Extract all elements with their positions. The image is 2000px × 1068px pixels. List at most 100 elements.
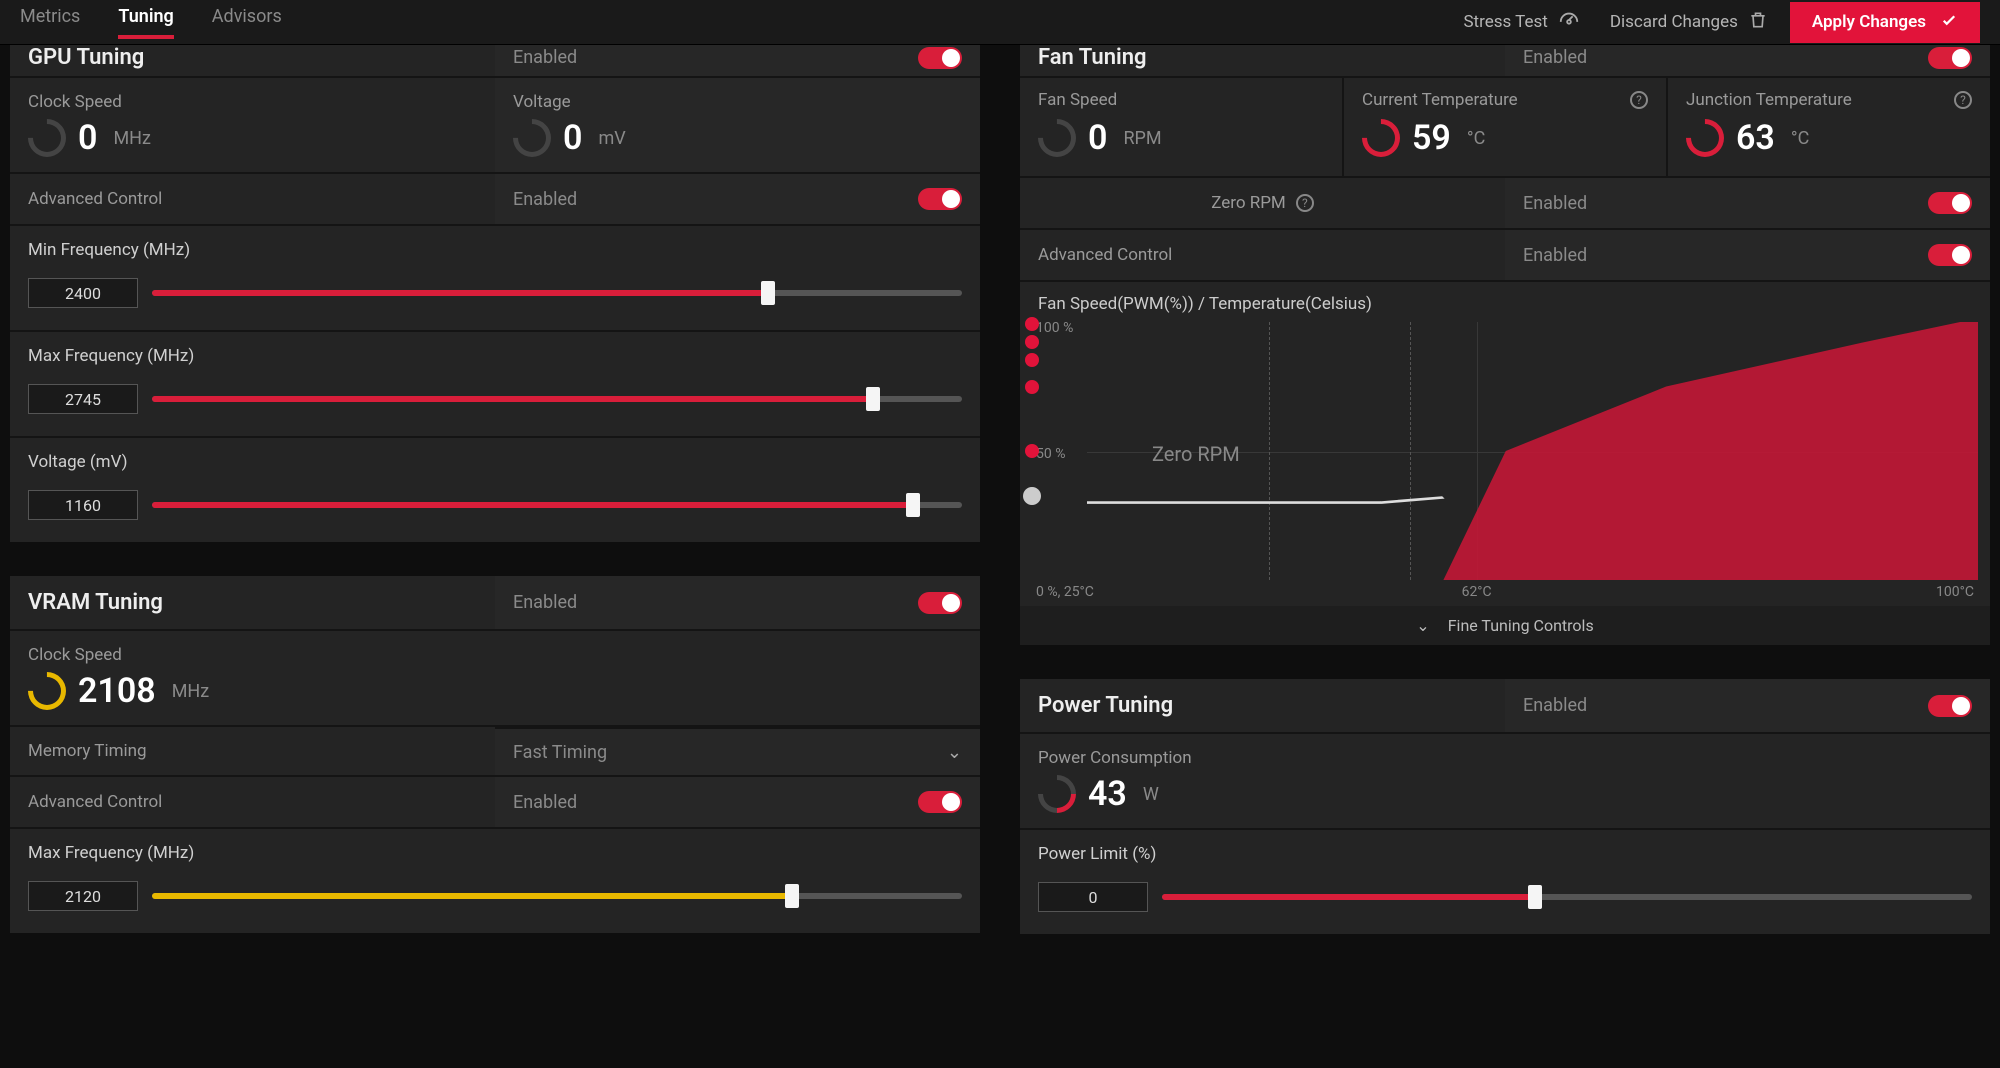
fine-tuning-label: Fine Tuning Controls	[1448, 616, 1594, 635]
vram-max-freq-slider[interactable]	[152, 893, 962, 899]
gpu-tuning-title: GPU Tuning	[10, 45, 495, 76]
vram-advanced-enabled-label: Enabled	[513, 792, 577, 813]
zero-rpm-toggle[interactable]	[1928, 192, 1972, 214]
fan-speed-label: Fan Speed	[1038, 90, 1117, 110]
trash-icon	[1748, 10, 1768, 35]
stress-test-button[interactable]: Stress Test	[1463, 9, 1579, 36]
fan-advanced-toggle[interactable]	[1928, 244, 1972, 266]
tab-strip: Metrics Tuning Advisors	[20, 6, 282, 39]
gauge-icon	[505, 111, 559, 165]
vram-advanced-toggle[interactable]	[918, 791, 962, 813]
chart-y-50: 50 %	[1036, 446, 1065, 462]
tab-metrics[interactable]: Metrics	[20, 6, 80, 39]
gauge-icon	[20, 111, 74, 165]
discard-changes-label: Discard Changes	[1610, 12, 1738, 32]
power-tuning-title: Power Tuning	[1020, 679, 1505, 732]
gpu-voltage-unit: mV	[598, 128, 625, 149]
fan-tuning-title: Fan Tuning	[1020, 45, 1505, 76]
power-limit-slider[interactable]	[1162, 894, 1972, 900]
gpu-tuning-panel: GPU Tuning Enabled Clock Speed 0 MHz Vol…	[10, 45, 980, 542]
gpu-advanced-enabled-label: Enabled	[513, 189, 577, 210]
gauge-icon	[20, 664, 74, 718]
gpu-min-freq-label: Min Frequency (MHz)	[28, 240, 962, 260]
curve-point[interactable]	[1025, 335, 1039, 349]
curve-point[interactable]	[1025, 317, 1039, 331]
stress-test-label: Stress Test	[1463, 12, 1547, 32]
gpu-advanced-label: Advanced Control	[28, 189, 477, 209]
gauge-icon	[1678, 111, 1732, 165]
vram-clock-label: Clock Speed	[28, 645, 962, 665]
gpu-voltage-slider-label: Voltage (mV)	[28, 452, 962, 472]
power-limit-label: Power Limit (%)	[1038, 844, 1972, 864]
info-icon[interactable]: ?	[1954, 91, 1972, 109]
gpu-voltage-input[interactable]	[28, 490, 138, 520]
zero-rpm-label: Zero RPM	[1211, 193, 1286, 213]
vram-clock-unit: MHz	[172, 681, 210, 702]
tab-tuning[interactable]: Tuning	[118, 6, 173, 39]
chevron-down-icon: ⌄	[947, 742, 962, 763]
current-temp-value: 59	[1412, 118, 1451, 158]
power-consumption-label: Power Consumption	[1038, 748, 1972, 768]
curve-point[interactable]	[1025, 380, 1039, 394]
current-temp-label: Current Temperature	[1362, 90, 1518, 110]
fan-advanced-enabled-label: Enabled	[1523, 245, 1587, 266]
fan-speed-value: 0	[1088, 118, 1107, 158]
vram-timing-dropdown[interactable]: Fast Timing ⌄	[495, 727, 980, 775]
vram-tuning-title: VRAM Tuning	[10, 576, 495, 629]
chart-y-100: 100 %	[1036, 320, 1073, 336]
top-bar: Metrics Tuning Advisors Stress Test Disc…	[0, 0, 2000, 45]
curve-point-zero[interactable]	[1023, 487, 1041, 505]
vram-max-freq-input[interactable]	[28, 881, 138, 911]
junction-temp-label: Junction Temperature	[1686, 90, 1852, 110]
discard-changes-button[interactable]: Discard Changes	[1610, 10, 1768, 35]
gpu-clock-unit: MHz	[113, 128, 151, 149]
gauge-icon	[1354, 111, 1408, 165]
power-consumption-unit: W	[1143, 784, 1159, 805]
vram-advanced-label: Advanced Control	[28, 792, 477, 812]
gpu-advanced-toggle[interactable]	[918, 188, 962, 210]
chart-x-100: 100°C	[1936, 584, 1974, 600]
vram-max-freq-label: Max Frequency (MHz)	[28, 843, 962, 863]
gpu-max-freq-label: Max Frequency (MHz)	[28, 346, 962, 366]
gpu-voltage-slider[interactable]	[152, 502, 962, 508]
info-icon[interactable]: ?	[1296, 194, 1314, 212]
current-temp-unit: °C	[1467, 128, 1485, 149]
gpu-min-freq-slider[interactable]	[152, 290, 962, 296]
power-enabled-toggle[interactable]	[1928, 695, 1972, 717]
gpu-clock-value: 0	[78, 118, 97, 158]
zero-rpm-enabled-label: Enabled	[1523, 193, 1587, 214]
curve-point[interactable]	[1025, 353, 1039, 367]
gauge-icon	[1030, 111, 1084, 165]
fan-tuning-panel: Fan Tuning Enabled Fan Speed 0 RPM Curre…	[1020, 45, 1990, 645]
vram-tuning-panel: VRAM Tuning Enabled Clock Speed 2108 MHz	[10, 576, 980, 933]
junction-temp-value: 63	[1736, 118, 1775, 158]
gpu-voltage-label: Voltage	[513, 92, 962, 112]
gpu-enabled-label: Enabled	[513, 47, 577, 68]
fan-curve-title: Fan Speed(PWM(%)) / Temperature(Celsius)	[1032, 294, 1978, 322]
gpu-enabled-toggle[interactable]	[918, 47, 962, 69]
vram-enabled-toggle[interactable]	[918, 592, 962, 614]
gauge-icon	[1558, 9, 1580, 36]
gpu-voltage-value: 0	[563, 118, 582, 158]
fan-enabled-label: Enabled	[1523, 47, 1587, 68]
vram-enabled-label: Enabled	[513, 592, 577, 613]
curve-point[interactable]	[1025, 444, 1039, 458]
tab-advisors[interactable]: Advisors	[212, 6, 282, 39]
fine-tuning-expand[interactable]: ⌄ Fine Tuning Controls	[1020, 606, 1990, 645]
apply-changes-button[interactable]: Apply Changes	[1790, 2, 1980, 43]
power-enabled-label: Enabled	[1523, 695, 1587, 716]
fan-advanced-label: Advanced Control	[1038, 245, 1487, 265]
chart-x-62: 62°C	[1462, 584, 1492, 600]
apply-changes-label: Apply Changes	[1812, 12, 1926, 32]
gauge-icon	[1030, 767, 1084, 821]
gpu-max-freq-input[interactable]	[28, 384, 138, 414]
fan-enabled-toggle[interactable]	[1928, 47, 1972, 69]
power-tuning-panel: Power Tuning Enabled Power Consumption 4…	[1020, 679, 1990, 934]
power-limit-input[interactable]	[1038, 882, 1148, 912]
junction-temp-unit: °C	[1791, 128, 1809, 149]
gpu-max-freq-slider[interactable]	[152, 396, 962, 402]
fan-curve-chart[interactable]: 100 % 50 % 0 %, 25°C 62°C 100°C Zero RPM	[1032, 322, 1978, 602]
gpu-min-freq-input[interactable]	[28, 278, 138, 308]
info-icon[interactable]: ?	[1630, 91, 1648, 109]
vram-timing-label: Memory Timing	[28, 741, 477, 761]
